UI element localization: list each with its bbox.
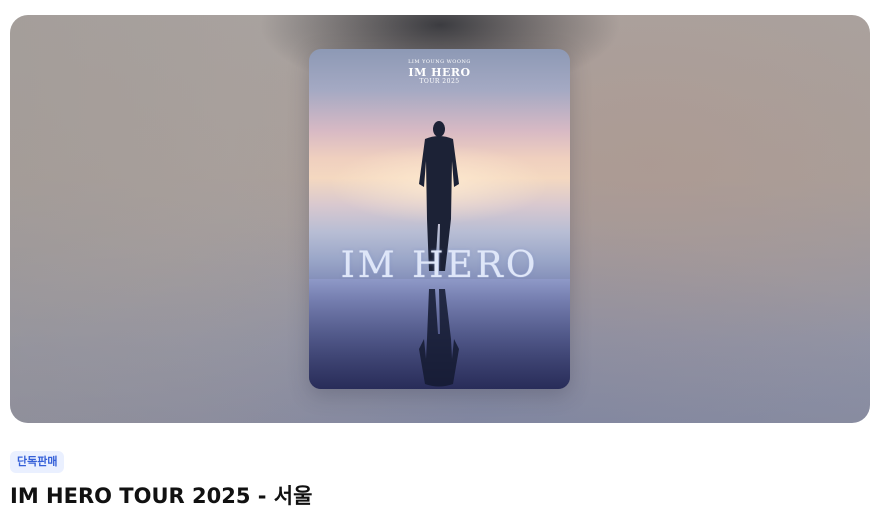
- poster-figure-illustration: [419, 121, 459, 387]
- banner-backdrop: [10, 15, 310, 423]
- event-title[interactable]: IM HERO TOUR 2025 - 서울: [10, 482, 312, 510]
- exclusive-sale-badge: 단독판매: [10, 451, 65, 473]
- poster-main-title: IM HERO: [340, 245, 539, 286]
- event-poster[interactable]: LIM YOUNG WOONG IM HERO TOUR 2025 IM HER…: [309, 49, 570, 389]
- poster-banner: LIM YOUNG WOONG IM HERO TOUR 2025 IM HER…: [10, 15, 870, 423]
